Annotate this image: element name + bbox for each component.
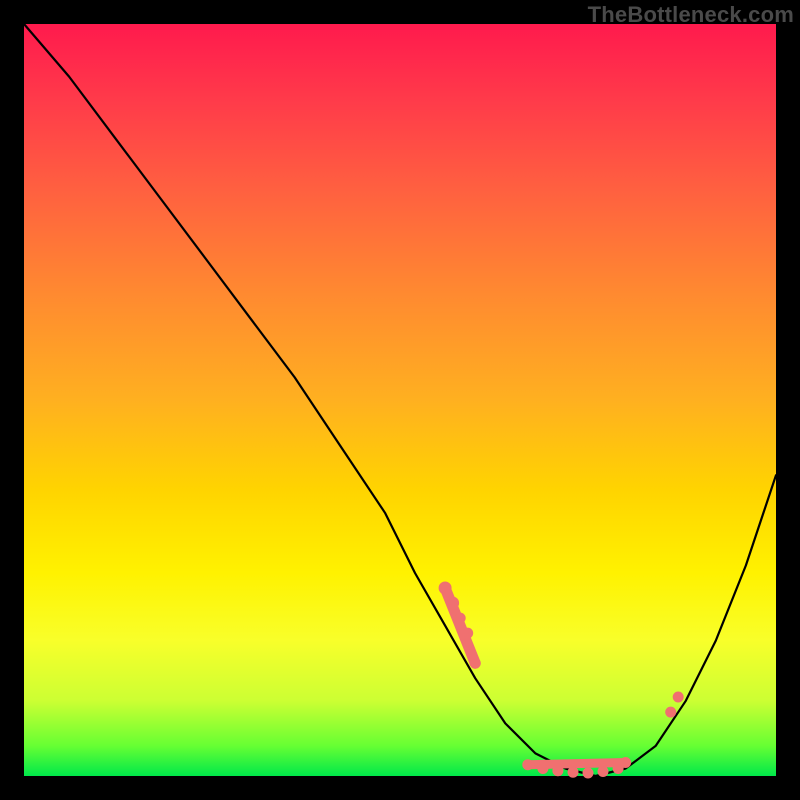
data-point [553, 766, 563, 776]
data-point [439, 582, 451, 594]
data-point [666, 707, 676, 717]
data-point [583, 768, 593, 778]
data-point [447, 597, 459, 609]
chart-frame [24, 24, 776, 776]
data-point [538, 764, 548, 774]
data-point [621, 758, 631, 768]
curve-path [24, 24, 776, 776]
data-point [523, 760, 533, 770]
data-point [568, 767, 578, 777]
bottleneck-curve [24, 24, 776, 776]
data-point [463, 628, 473, 638]
data-point [598, 767, 608, 777]
data-point [673, 692, 683, 702]
data-point [455, 613, 465, 623]
data-point [470, 658, 480, 668]
